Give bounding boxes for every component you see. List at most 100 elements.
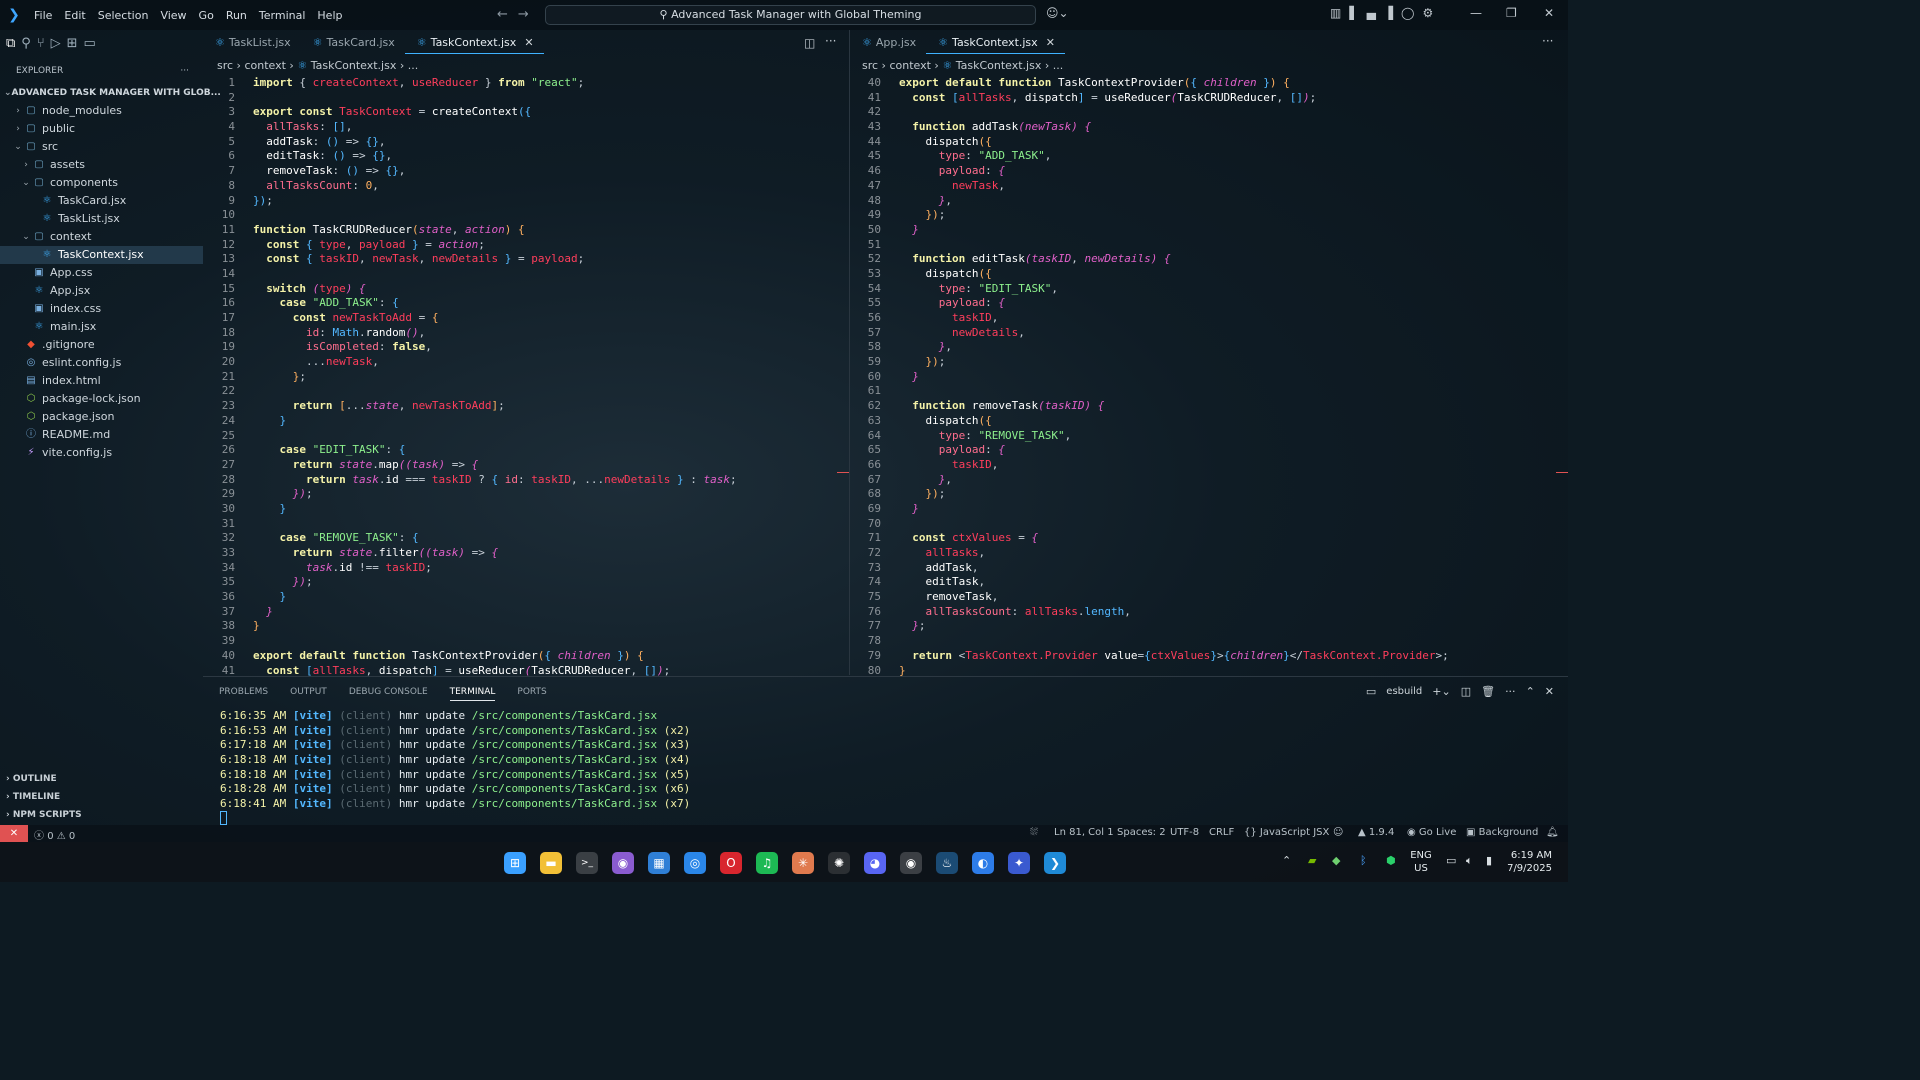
breadcrumb-item[interactable]: TaskContext.jsx	[956, 59, 1042, 72]
panel-tab-ports[interactable]: PORTS	[517, 687, 546, 701]
chrome-icon[interactable]: ◎	[684, 852, 706, 874]
section-npm-scripts[interactable]: › NPM SCRIPTS	[0, 806, 203, 824]
tray-green-icon[interactable]: ⬢	[1386, 854, 1396, 867]
file-explorer-icon[interactable]: ▬	[540, 852, 562, 874]
menu-selection[interactable]: Selection	[92, 9, 155, 22]
editor-tab[interactable]: ⚛ App.jsx	[850, 32, 926, 54]
tree-item[interactable]: ⚛ TaskCard.jsx	[0, 192, 203, 210]
bluetooth-icon[interactable]: ᛒ	[1360, 854, 1367, 867]
restore-icon[interactable]: ❐	[1506, 6, 1517, 20]
kill-terminal-icon[interactable]: 🗑	[1481, 685, 1495, 698]
menu-view[interactable]: View	[154, 9, 192, 22]
tree-item[interactable]: ◎ eslint.config.js	[0, 354, 203, 372]
right-code-editor[interactable]: 40 export default function TaskContextPro…	[851, 76, 1566, 678]
toggle-secondary-sidebar-icon[interactable]: ▐	[1384, 6, 1393, 20]
battery-icon[interactable]: ▮	[1486, 854, 1492, 867]
tree-item[interactable]: ▣ index.css	[0, 300, 203, 318]
breadcrumb-item[interactable]: context	[889, 59, 930, 72]
tree-item[interactable]: ⬡ package-lock.json	[0, 390, 203, 408]
github-icon[interactable]: ◉	[612, 852, 634, 874]
run-debug-icon[interactable]: ▷	[51, 36, 61, 51]
background-button[interactable]: ▣ Background	[1466, 827, 1538, 838]
photos-icon[interactable]: ▦	[648, 852, 670, 874]
line-ending[interactable]: CRLF	[1209, 827, 1234, 838]
explorer-icon[interactable]: ⧉	[6, 36, 15, 51]
terminal-icon[interactable]: >_	[576, 852, 598, 874]
tray-overflow-icon[interactable]: ⌃	[1282, 854, 1291, 867]
settings-gear-icon[interactable]: ⚙	[1422, 6, 1433, 20]
remote-explorer-icon[interactable]: ▭	[84, 36, 96, 51]
terminal-name[interactable]: esbuild	[1386, 686, 1422, 697]
copilot-status-icon[interactable]: ☺	[1333, 827, 1343, 838]
workspace-root[interactable]: ⌄ ADVANCED TASK MANAGER WITH GLOB...	[0, 84, 221, 102]
obs-icon[interactable]: ◉	[900, 852, 922, 874]
new-terminal-icon[interactable]: +⌄	[1432, 685, 1450, 698]
menu-go[interactable]: Go	[193, 9, 220, 22]
extensions-icon[interactable]: ⊞	[67, 36, 78, 51]
editor-tab[interactable]: ⚛ TaskContext.jsx ✕	[926, 32, 1065, 54]
language-mode[interactable]: {} JavaScript JSX	[1244, 827, 1329, 838]
close-tab-icon[interactable]: ✕	[1046, 36, 1055, 49]
breadcrumb-item[interactable]: ...	[408, 59, 419, 72]
split-terminal-icon[interactable]: ◫	[1461, 685, 1471, 698]
editor-tab[interactable]: ⚛ TaskCard.jsx	[301, 32, 405, 54]
clock[interactable]: 6:19 AM 7/9/2025	[1500, 849, 1552, 875]
breadcrumb-item[interactable]: src	[862, 59, 878, 72]
editor-tab[interactable]: ⚛ TaskList.jsx	[203, 32, 301, 54]
breadcrumb-item[interactable]: TaskContext.jsx	[311, 59, 397, 72]
menu-terminal[interactable]: Terminal	[253, 9, 312, 22]
cursor-position[interactable]: Ln 81, Col 1	[1054, 827, 1114, 838]
panel-tab-debug-console[interactable]: DEBUG CONSOLE	[349, 687, 428, 701]
more-actions-icon[interactable]: ···	[825, 34, 836, 48]
accounts-icon[interactable]: ◯	[1401, 6, 1414, 20]
toggle-sidebar-icon[interactable]: ▌	[1349, 6, 1358, 20]
opera-icon[interactable]: O	[720, 852, 742, 874]
tree-item[interactable]: ⌄ ▢ src	[0, 138, 203, 156]
left-code-editor[interactable]: 1 import { createContext, useReducer } fr…	[205, 76, 845, 678]
panel-tab-terminal[interactable]: TERMINAL	[449, 687, 496, 701]
encoding[interactable]: UTF-8	[1170, 827, 1199, 838]
customize-layout-icon[interactable]: ▥	[1330, 6, 1341, 20]
breadcrumb-item[interactable]: context	[244, 59, 285, 72]
source-control-icon[interactable]: ⑂	[37, 36, 45, 51]
tree-item[interactable]: ⚛ TaskContext.jsx	[0, 246, 203, 264]
go-live-button[interactable]: ◉ Go Live	[1407, 827, 1456, 838]
back-arrow-icon[interactable]: ←	[497, 7, 518, 22]
volume-icon[interactable]: 🔈︎	[1466, 854, 1473, 868]
language-indicator[interactable]: ENG US	[1410, 849, 1432, 875]
tree-item[interactable]: ⚛ main.jsx	[0, 318, 203, 336]
tree-item[interactable]: ⌄ ▢ context	[0, 228, 203, 246]
maximize-panel-icon[interactable]: ⌃	[1526, 685, 1535, 698]
bluestacks-icon[interactable]: ✦	[1008, 852, 1030, 874]
tree-item[interactable]: ⌄ ▢ components	[0, 174, 203, 192]
chatgpt-icon[interactable]: ✺	[828, 852, 850, 874]
section-outline[interactable]: › OUTLINE	[0, 770, 203, 788]
close-panel-icon[interactable]: ✕	[1545, 685, 1554, 698]
tree-item[interactable]: ⚡ vite.config.js	[0, 444, 203, 462]
section-timeline[interactable]: › TIMELINE	[0, 788, 203, 806]
copilot-icon[interactable]: ☺⌄	[1046, 6, 1069, 20]
command-center-search[interactable]: ⚲ Advanced Task Manager with Global Them…	[545, 5, 1036, 25]
minimize-icon[interactable]: —	[1470, 6, 1482, 20]
tree-item[interactable]: › ▢ public	[0, 120, 203, 138]
close-window-icon[interactable]: ✕	[1544, 6, 1554, 20]
tray-app-icon[interactable]: ◆	[1332, 854, 1340, 867]
vscode-logo-icon[interactable]: ❯	[0, 7, 28, 23]
panel-tab-output[interactable]: OUTPUT	[290, 687, 327, 701]
claude-icon[interactable]: ✳	[792, 852, 814, 874]
problems-indicator[interactable]: ⓧ 0 ⚠ 0	[34, 827, 75, 842]
vscode-icon[interactable]: ❯	[1044, 852, 1066, 874]
tree-item[interactable]: › ▢ node_modules	[0, 102, 203, 120]
panel-more-icon[interactable]: ···	[1505, 685, 1516, 698]
editor-tab[interactable]: ⚛ TaskContext.jsx ✕	[404, 32, 544, 54]
steam-icon[interactable]: ♨	[936, 852, 958, 874]
panel-tab-problems[interactable]: PROBLEMS	[219, 687, 268, 701]
firefox-icon[interactable]: ◐	[972, 852, 994, 874]
right-more-actions-icon[interactable]: ···	[1542, 34, 1553, 48]
indentation[interactable]: Spaces: 2	[1117, 827, 1166, 838]
menu-run[interactable]: Run	[220, 9, 253, 22]
toggle-panel-icon[interactable]: ▄	[1367, 6, 1376, 20]
split-editor-icon[interactable]: ◫	[804, 36, 815, 50]
discord-icon[interactable]: ◕	[864, 852, 886, 874]
breadcrumb-item[interactable]: src	[217, 59, 233, 72]
